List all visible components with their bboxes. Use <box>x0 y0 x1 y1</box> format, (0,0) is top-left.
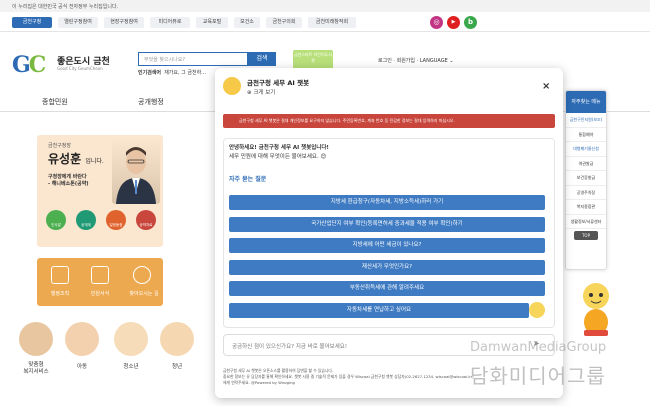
magnifier-icon: ⊕ <box>247 90 252 96</box>
chatbot-title: 금천구청 세무 AI 챗봇 <box>247 79 310 87</box>
mayor-name: 유성훈 입니다. <box>48 150 104 167</box>
logo-letter-c: C <box>28 52 46 78</box>
instagram-icon[interactable]: ◎ <box>430 16 443 29</box>
topnav-item-participation[interactable]: 열린구정참여 <box>58 17 98 28</box>
watermark-korean: 담화미디어그룹 <box>470 364 606 388</box>
topnav-item-future[interactable]: 금천미래창작회 <box>308 17 356 28</box>
close-icon[interactable]: × <box>542 81 550 92</box>
hot-keywords-label: 인기검색어 <box>138 70 162 76</box>
mayor-name-text: 유성훈 <box>48 152 82 166</box>
topnav-item-media[interactable]: 미디어뷰로 <box>150 17 190 28</box>
logo-mark[interactable]: GC <box>12 52 46 78</box>
topnav-item-field[interactable]: 현장구정참여 <box>104 17 144 28</box>
privacy-warning: 금천구청 세무 AI 챗봇은 절대 개인정보를 요구하지 않습니다. 주민등록번… <box>223 114 555 128</box>
logo-subtitle: Good City GeumCheon <box>57 66 103 71</box>
language-selector[interactable]: LANGUAGE <box>420 58 448 64</box>
label-young-adult[interactable]: 청년 <box>152 362 202 370</box>
smart-library-banner[interactable]: 금천스마트 어린이도서관 <box>293 50 333 70</box>
search-input[interactable]: 무엇을 찾으시나요? <box>138 52 248 66</box>
avatar-youth[interactable] <box>114 322 148 356</box>
hot-keywords-list[interactable]: 재가요, 그 금천하... <box>164 70 206 76</box>
avatar-young-adult[interactable] <box>160 322 194 356</box>
quick-menu-item[interactable]: 여권발급 <box>566 157 606 171</box>
gov-notice-text: 이 누리집은 대한민국 공식 전자정부 누리집입니다. <box>12 4 119 10</box>
quick-menu-item[interactable]: 대형폐기물신청 <box>566 142 606 157</box>
topnav-item-geumcheon[interactable]: 금천구청 <box>12 17 52 28</box>
greeting-line-1: 안녕하세요! 금천구청 세무 AI 챗봇입니다! <box>229 145 329 151</box>
topnav-item-education[interactable]: 교육포털 <box>196 17 228 28</box>
quick-menu-item[interactable]: 복지종합관 <box>566 200 606 215</box>
mayor-title: 금천구청장 <box>48 143 72 149</box>
mayor-name-suffix: 입니다. <box>85 158 104 165</box>
message-area <box>223 138 555 328</box>
mascot-character <box>578 280 614 340</box>
quick-links-box: 행정조직 민원서식 찾아오시는 길 <box>37 258 163 306</box>
faq-title: 자주 묻는 질문 <box>229 176 267 183</box>
chatbot-avatar-icon <box>223 77 241 95</box>
faq-button-acquisition-tax[interactable]: 부동산취득세에 관해 알려주세요 <box>229 281 545 296</box>
mayor-greeting-button[interactable]: 인사말 <box>46 210 66 230</box>
quick-menu-item[interactable]: 보건증발급 <box>566 171 606 186</box>
greeting-message: 안녕하세요! 금천구청 세무 AI 챗봇입니다! 세무 민원에 대해 무엇이든 물… <box>229 144 329 162</box>
form-icon <box>91 266 109 284</box>
faq-button-car-tax[interactable]: 자동차세를 연납하고 싶어요 <box>229 303 529 318</box>
faq-button-property-tax[interactable]: 재산세가 무엇인가요? <box>229 260 545 275</box>
search-button[interactable]: 검색 <box>248 52 276 66</box>
blog-icon[interactable]: b <box>464 16 477 29</box>
join-link[interactable]: 회원가입 <box>397 58 415 64</box>
avatar-child[interactable] <box>65 322 99 356</box>
mayor-schedule-button[interactable]: 일정동정 <box>106 210 126 230</box>
label-child[interactable]: 아동 <box>57 362 107 370</box>
quick-forms[interactable]: 민원서식 <box>85 290 115 297</box>
hot-keywords: 인기검색어 재가요, 그 금천하... <box>138 69 206 76</box>
avatar-welfare[interactable] <box>19 322 53 356</box>
mayor-photo <box>112 138 160 204</box>
mayor-pledge-link[interactable]: - 해니베소톤(공약) <box>48 181 89 188</box>
mayor-petition-link[interactable]: 구청장에게 바란다 <box>48 174 89 181</box>
quick-menu-title: 자주찾는 메뉴 <box>566 91 606 113</box>
quick-menu-item[interactable]: 공영주차장 <box>566 186 606 200</box>
mayor-open-button[interactable]: 공개계 <box>76 210 96 230</box>
faq-button-local-tax[interactable]: 지방세에 어떤 세금이 있나요? <box>229 238 545 253</box>
expand-label: 크게 보기 <box>253 90 276 96</box>
logo-letter-g: G <box>12 52 31 78</box>
top-navigation: 금천구청 열린구정참여 현장구정참여 미디어뷰로 교육포털 보건소 금천구의회 … <box>0 12 650 32</box>
scroll-top-button[interactable]: TOP <box>574 231 598 240</box>
quick-menu-sidebar: 자주찾는 메뉴 금천구민지원(보조) 통합예약 대형폐기물신청 여권발급 보건증… <box>565 90 607 270</box>
gov-notice-bar: 이 누리집은 대한민국 공식 전자정부 누리집입니다. <box>0 0 650 12</box>
menu-item-open-admin[interactable]: 공개행정 <box>138 97 164 107</box>
menu-item-civil[interactable]: 종합민원 <box>42 97 68 107</box>
faq-button-refund[interactable]: 지방세 환급청구(자동차세, 지방소득세)하러 가기 <box>229 195 545 210</box>
label-youth[interactable]: 청소년 <box>106 362 156 370</box>
quick-directions[interactable]: 찾아오시는 길 <box>125 290 163 297</box>
youtube-icon[interactable]: ▶ <box>447 16 460 29</box>
topnav-item-health[interactable]: 보건소 <box>234 17 260 28</box>
expand-button[interactable]: ⊕ 크게 보기 <box>247 88 275 96</box>
quick-menu-item[interactable]: 금천구민지원(보조) <box>566 113 606 128</box>
label-welfare[interactable]: 맞춤형 복지서비스 <box>11 362 61 376</box>
chevron-down-icon[interactable]: ⌄ <box>449 58 453 64</box>
location-icon <box>133 266 151 284</box>
greeting-line-2: 세무 민원에 대해 무엇이든 물어보세요. 😊 <box>229 154 327 160</box>
bot-mini-avatar-icon <box>529 302 545 318</box>
quick-menu-item[interactable]: 생활정보/서류센터 <box>566 215 606 229</box>
quick-menu-item[interactable]: 통합예약 <box>566 128 606 142</box>
quick-org-chart[interactable]: 행정조직 <box>45 290 75 297</box>
login-link[interactable]: 로그인 <box>378 58 392 64</box>
mayor-pledge-button[interactable]: 공약자료 <box>136 210 156 230</box>
faq-button-industrial[interactable]: 국가산업단지 여부 확인(등록면허세 중과세율 적용 여부 확인)하기 <box>229 217 545 232</box>
watermark-english: DamwanMediaGroup <box>470 340 607 355</box>
utility-links: 로그인 · 회원가입 · LANGUAGE ⌄ <box>378 58 454 64</box>
topnav-item-council[interactable]: 금천구의회 <box>266 17 302 28</box>
org-chart-icon <box>51 266 69 284</box>
mayor-links: 구청장에게 바란다 - 해니베소톤(공약) <box>48 174 89 188</box>
